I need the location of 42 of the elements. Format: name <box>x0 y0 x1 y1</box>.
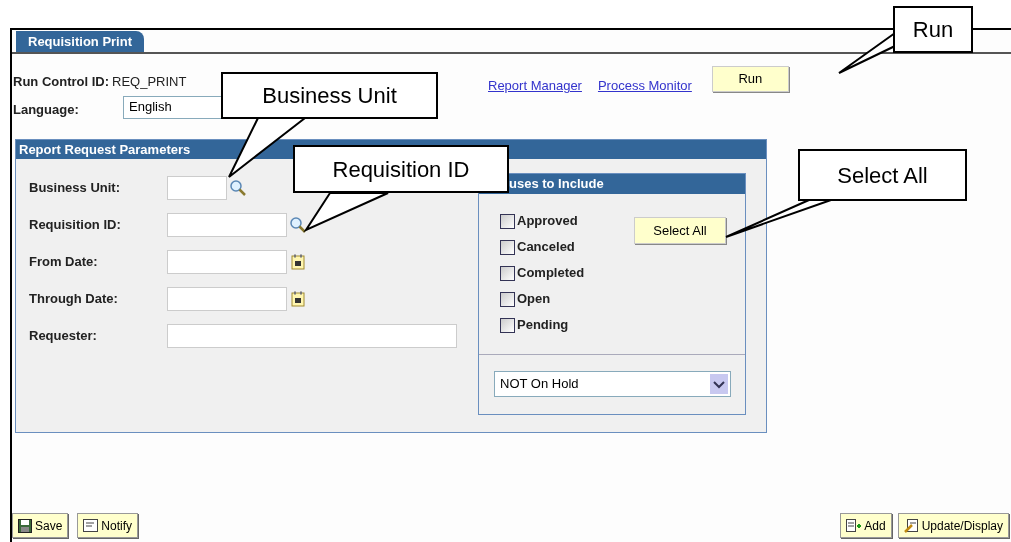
footer-button[interactable]: Save <box>12 513 69 538</box>
checkbox[interactable] <box>500 213 515 229</box>
footer-button[interactable]: Add <box>840 513 892 538</box>
input-field[interactable] <box>167 212 287 237</box>
checkbox[interactable] <box>500 239 515 255</box>
status-checkbox[interactable]: Completed <box>500 260 634 286</box>
input-field[interactable] <box>167 286 287 311</box>
status-checkbox[interactable]: Open <box>500 286 634 312</box>
input-field[interactable] <box>167 323 457 348</box>
chevron-down-icon[interactable] <box>710 374 728 394</box>
calendar-icon[interactable] <box>291 290 305 307</box>
search-icon[interactable] <box>229 178 247 197</box>
note-icon <box>83 519 99 532</box>
link[interactable]: Report Manager <box>488 76 582 96</box>
field-label: Language: <box>13 101 80 120</box>
field-label: Run Control ID: <box>13 73 110 92</box>
input-field[interactable] <box>167 249 287 274</box>
checkbox[interactable] <box>500 291 515 307</box>
callout: Run <box>893 6 973 53</box>
add-document-icon <box>846 518 862 533</box>
hold-filter-select[interactable]: NOT On Hold <box>494 371 731 397</box>
field-label: Business Unit: <box>29 178 121 197</box>
calendar-icon[interactable] <box>291 253 305 270</box>
footer-button[interactable]: Notify <box>77 513 139 538</box>
checkbox[interactable] <box>500 317 515 333</box>
edit-document-icon <box>903 518 919 533</box>
field-value: REQ_PRINT <box>112 73 187 92</box>
search-icon[interactable] <box>289 215 307 234</box>
status-checkbox[interactable]: Pending <box>500 312 634 338</box>
field-label: From Date: <box>29 252 99 271</box>
field-label: Requisition ID: <box>29 215 122 234</box>
select-all-button[interactable]: Select All <box>634 217 726 244</box>
field-label: Requester: <box>29 326 98 345</box>
status-checkbox[interactable]: Approved <box>500 208 634 234</box>
checkbox[interactable] <box>500 265 515 281</box>
field-label: Through Date: <box>29 289 119 308</box>
run-button[interactable]: Run <box>711 66 789 92</box>
footer-button[interactable]: Update/Display <box>897 513 1009 538</box>
status-checkbox[interactable]: Canceled <box>500 234 634 260</box>
page-tab[interactable]: Requisition Print <box>16 31 144 52</box>
input-field[interactable] <box>167 175 227 200</box>
link[interactable]: Process Monitor <box>597 76 692 96</box>
